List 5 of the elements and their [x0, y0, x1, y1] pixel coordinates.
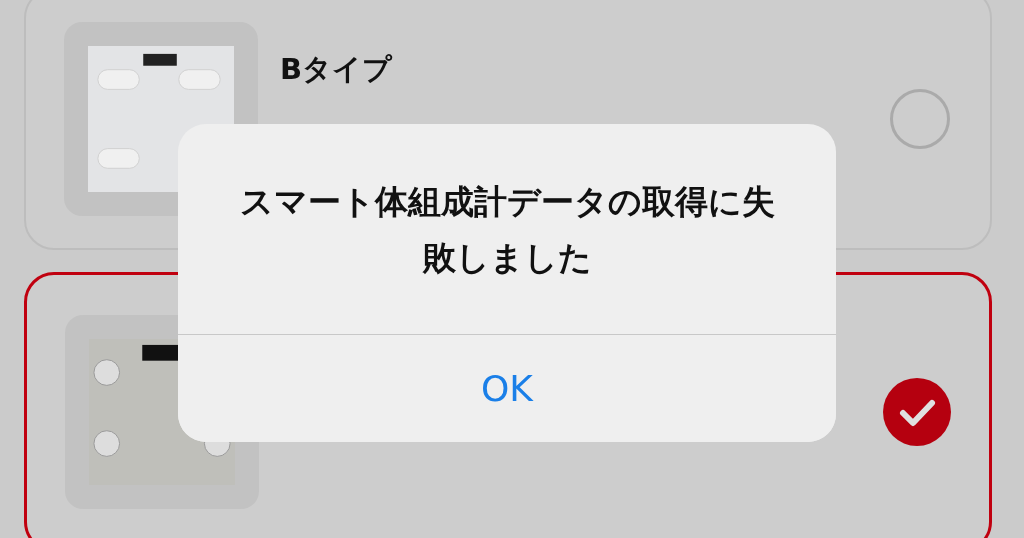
check-icon[interactable] [883, 378, 951, 446]
radio-circle[interactable] [890, 89, 950, 149]
alert-message: スマート体組成計データの取得に失敗しました [238, 181, 776, 279]
card-title: Bタイプ [280, 51, 394, 88]
ok-button[interactable]: OK [178, 334, 836, 442]
